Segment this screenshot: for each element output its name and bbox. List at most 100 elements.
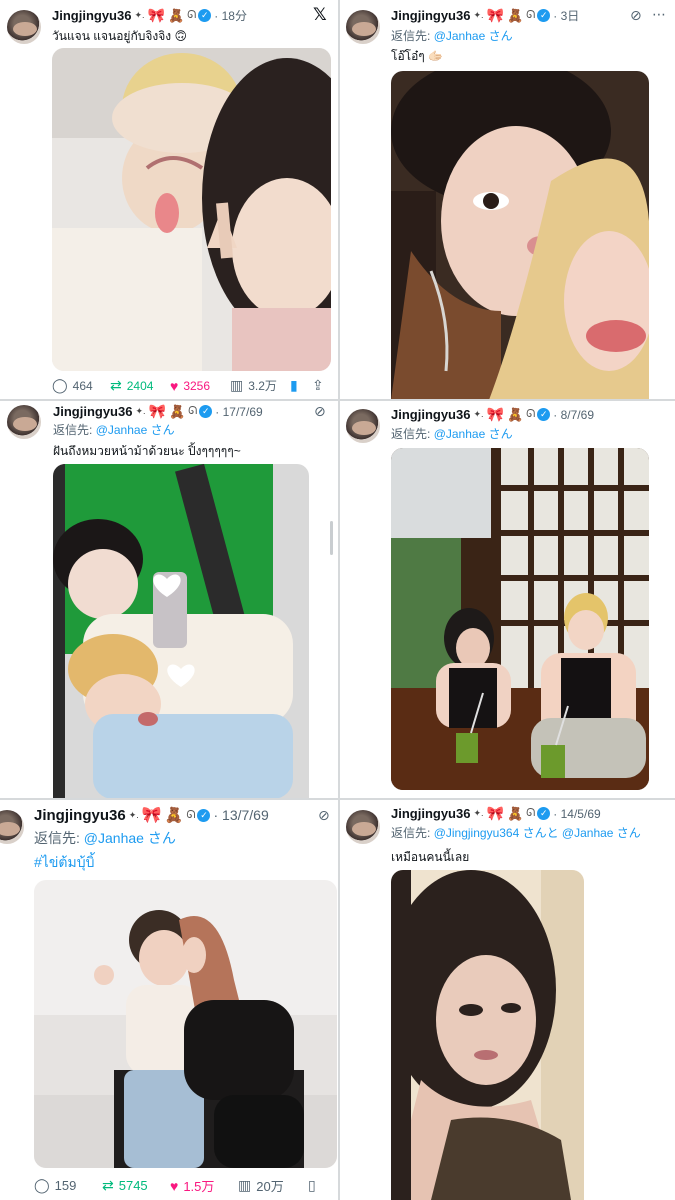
avatar[interactable] <box>7 10 41 44</box>
post-photo[interactable] <box>34 880 337 1168</box>
sparkle-icon: ✦. <box>135 406 146 416</box>
timestamp[interactable]: · 18分 <box>214 7 247 24</box>
reply-icon: ◯ <box>52 377 68 393</box>
repost-button[interactable]: ⇄ 5745 <box>102 1177 170 1194</box>
bow-icon: 🎀 <box>486 7 504 23</box>
sparkle-icon: ✦. <box>473 808 484 818</box>
bookmark-icon: ▮ <box>290 377 298 393</box>
grok-icon[interactable]: ⊘ <box>630 7 642 24</box>
action-bar: ◯ 159 ⇄ 5745 ♥ 1.5万 ▥ 20万 ▯ <box>34 1176 334 1195</box>
post-photo[interactable] <box>391 71 649 400</box>
post-panel-2[interactable]: Jingjingyu36 ✦. 🎀 🧸 ᘏ ✓ · 3日 ⊘ ⋯ 返信先: @J… <box>340 0 675 400</box>
views-icon: ▥ <box>230 377 244 393</box>
verified-icon: ✓ <box>198 9 212 22</box>
reply-to-line: 返信先: @Janhae さん <box>391 29 513 43</box>
grid-divider <box>338 0 340 1200</box>
repost-icon: ⇄ <box>102 1177 114 1193</box>
hashtag-link[interactable]: #ไข่ต้มบุ้บิ้ <box>34 852 95 874</box>
post-photo[interactable] <box>52 48 331 371</box>
bear-icon: 🧸 <box>506 805 524 821</box>
photo-image <box>53 464 309 799</box>
like-button[interactable]: ♥ 1.5万 <box>170 1176 238 1195</box>
avatar[interactable] <box>346 810 380 844</box>
views-icon: ▥ <box>238 1177 252 1193</box>
bear-icon: 🧸 <box>168 403 186 419</box>
x-logo-icon[interactable]: 𝕏 <box>313 5 327 25</box>
repost-icon: ⇄ <box>110 377 122 393</box>
post-panel-1[interactable]: Jingjingyu36 ✦. 🎀 🧸 ᘏ ✓ · 18分 𝕏 วันแจน แ… <box>0 0 338 400</box>
avatar[interactable] <box>0 810 24 844</box>
post-panel-5[interactable]: Jingjingyu36 ✦. 🎀 🧸 ᘏ ✓ · 13/7/69 ⊘ 返信先:… <box>0 800 338 1200</box>
bookmark-button[interactable]: ▮ <box>290 377 312 394</box>
post-panel-3[interactable]: Jingjingyu36 ✦. 🎀 🧸 ᘏ ✓ · 17/7/69 ⊘ 返信先:… <box>0 401 338 799</box>
like-icon: ♥ <box>170 377 179 394</box>
post-header: Jingjingyu36 ✦. 🎀 🧸 ᘏ ✓ · 17/7/69 <box>53 403 263 420</box>
post-photo[interactable] <box>391 870 584 1200</box>
reply-handle-link[interactable]: @Janhae さん <box>434 29 513 43</box>
photo-image <box>52 48 331 371</box>
post-photo[interactable] <box>53 464 309 799</box>
squiggle-icon: ᘏ <box>526 807 535 819</box>
verified-icon: ✓ <box>537 9 551 22</box>
verified-icon: ✓ <box>197 808 211 822</box>
action-bar: ◯ 464 ⇄ 2404 ♥ 3256 ▥ 3.2万 ▮ ⇪ <box>52 377 332 394</box>
timestamp[interactable]: · 3日 <box>553 7 579 24</box>
post-panel-4[interactable]: Jingjingyu36 ✦. 🎀 🧸 ᘏ ✓ · 8/7/69 返信先: @J… <box>340 401 675 799</box>
username[interactable]: Jingjingyu36 <box>52 8 131 23</box>
post-header: Jingjingyu36 ✦. 🎀 🧸 ᘏ ✓ · 14/5/69 <box>391 805 601 822</box>
views-button[interactable]: ▥ 3.2万 <box>230 377 290 394</box>
reply-handle-link[interactable]: @Janhae さん <box>434 427 513 441</box>
bear-icon: 🧸 <box>506 7 524 23</box>
post-panel-6[interactable]: Jingjingyu36 ✦. 🎀 🧸 ᘏ ✓ · 14/5/69 返信先: @… <box>340 800 675 1200</box>
photo-image <box>391 870 584 1200</box>
bookmark-button[interactable]: ▯ <box>308 1177 316 1194</box>
avatar[interactable] <box>346 409 380 443</box>
tweet-text: ฝันถึงหมวยหน้าม้าด้วยนะ ปิ้งๆๆๆๆๆ~ <box>53 444 241 458</box>
timestamp[interactable]: · 13/7/69 <box>213 807 268 823</box>
post-photo[interactable] <box>391 448 649 790</box>
reply-button[interactable]: ◯ 464 <box>52 377 110 394</box>
bookmark-icon: ▯ <box>308 1177 316 1193</box>
grok-icon[interactable]: ⊘ <box>318 807 330 824</box>
username[interactable]: Jingjingyu36 <box>391 8 470 23</box>
bow-icon: 🎀 <box>486 406 504 422</box>
post-header: Jingjingyu36 ✦. 🎀 🧸 ᘏ ✓ · 18分 <box>52 7 247 24</box>
photo-image <box>391 448 649 790</box>
bow-icon: 🎀 <box>147 7 165 23</box>
bow-icon: 🎀 <box>148 403 166 419</box>
tweet-text: วันแจน แจนอยู่กับจิงจิง 🙃 <box>52 29 187 43</box>
photo-image <box>391 71 649 400</box>
timestamp[interactable]: · 8/7/69 <box>553 408 594 422</box>
bear-icon: 🧸 <box>167 7 185 23</box>
squiggle-icon: ᘏ <box>188 405 197 417</box>
reply-button[interactable]: ◯ 159 <box>34 1177 102 1194</box>
username[interactable]: Jingjingyu36 <box>391 407 470 422</box>
username[interactable]: Jingjingyu36 <box>34 807 126 824</box>
reply-handle-link[interactable]: @Janhae さん <box>96 423 175 437</box>
reply-icon: ◯ <box>34 1177 50 1193</box>
views-button[interactable]: ▥ 20万 <box>238 1176 308 1195</box>
bow-icon: 🎀 <box>486 805 504 821</box>
avatar[interactable] <box>7 405 41 439</box>
sparkle-icon: ✦. <box>473 10 484 20</box>
verified-icon: ✓ <box>199 405 213 418</box>
repost-button[interactable]: ⇄ 2404 <box>110 377 170 394</box>
timestamp[interactable]: · 14/5/69 <box>553 807 600 821</box>
squiggle-icon: ᘏ <box>526 408 535 420</box>
reply-handle-link[interactable]: @Jingjingyu364 さんと @Janhae さん <box>434 826 641 840</box>
username[interactable]: Jingjingyu36 <box>53 404 132 419</box>
more-icon[interactable]: ⋯ <box>652 6 666 23</box>
like-button[interactable]: ♥ 3256 <box>170 378 230 394</box>
squiggle-icon: ᘏ <box>186 808 195 821</box>
post-header: Jingjingyu36 ✦. 🎀 🧸 ᘏ ✓ · 8/7/69 <box>391 406 594 423</box>
reply-to-line: 返信先: @Janhae さん <box>391 427 513 441</box>
scrollbar-thumb[interactable] <box>330 521 333 555</box>
avatar[interactable] <box>346 10 380 44</box>
reply-handle-link[interactable]: @Janhae さん <box>84 830 176 846</box>
bear-icon: 🧸 <box>164 807 184 824</box>
sparkle-icon: ✦. <box>473 409 484 419</box>
share-button[interactable]: ⇪ <box>312 377 324 394</box>
grok-icon[interactable]: ⊘ <box>314 403 326 420</box>
timestamp[interactable]: · 17/7/69 <box>215 405 262 419</box>
username[interactable]: Jingjingyu36 <box>391 806 470 821</box>
